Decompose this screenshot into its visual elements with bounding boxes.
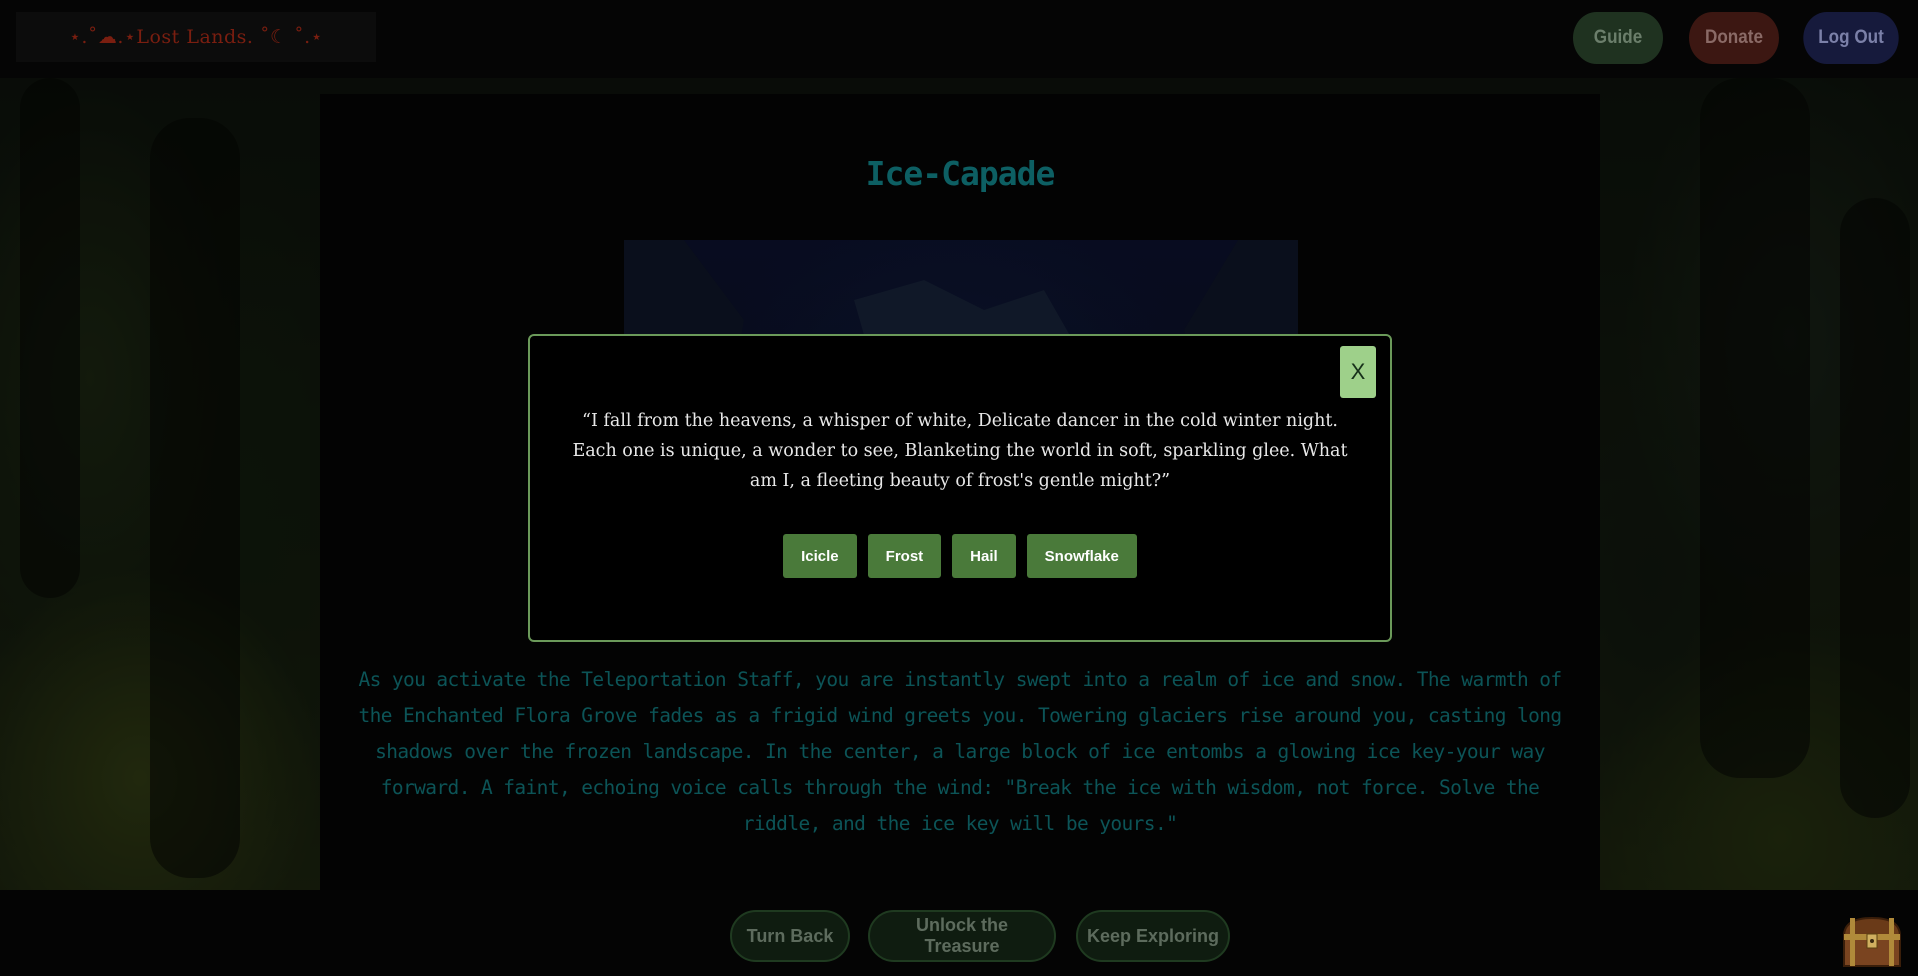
unlock-treasure-button[interactable]: Unlock the Treasure [868, 910, 1056, 962]
guide-button[interactable]: Guide [1573, 12, 1663, 64]
riddle-modal: X “I fall from the heavens, a whisper of… [528, 334, 1392, 642]
answer-frost-button[interactable]: Frost [867, 534, 942, 578]
logout-button[interactable]: Log Out [1803, 12, 1899, 64]
keep-exploring-button[interactable]: Keep Exploring [1076, 910, 1230, 962]
story-text: As you activate the Teleportation Staff,… [358, 668, 1562, 835]
site-logo[interactable]: ⋆.˚☁︎.⋆Lost Lands. ˚☾ ˚.⋆ [16, 12, 376, 62]
riddle-text: “I fall from the heavens, a whisper of w… [572, 411, 1348, 491]
bottom-bar: Turn Back Unlock the Treasure Keep Explo… [0, 890, 1918, 976]
answer-hail-button[interactable]: Hail [952, 534, 1016, 578]
answer-snowflake-button[interactable]: Snowflake [1026, 534, 1137, 578]
turn-back-button[interactable]: Turn Back [730, 910, 850, 962]
answer-icicle-button[interactable]: Icicle [783, 534, 857, 578]
answer-options: Icicle Frost Hail Snowflake [530, 534, 1390, 578]
close-modal-button[interactable]: X [1340, 346, 1376, 398]
top-header: ⋆.˚☁︎.⋆Lost Lands. ˚☾ ˚.⋆ Guide Donate L… [0, 0, 1918, 78]
page-title: Ice-Capade [865, 154, 1056, 193]
donate-button[interactable]: Donate [1689, 12, 1779, 64]
treasure-chest-icon[interactable] [1840, 914, 1904, 970]
